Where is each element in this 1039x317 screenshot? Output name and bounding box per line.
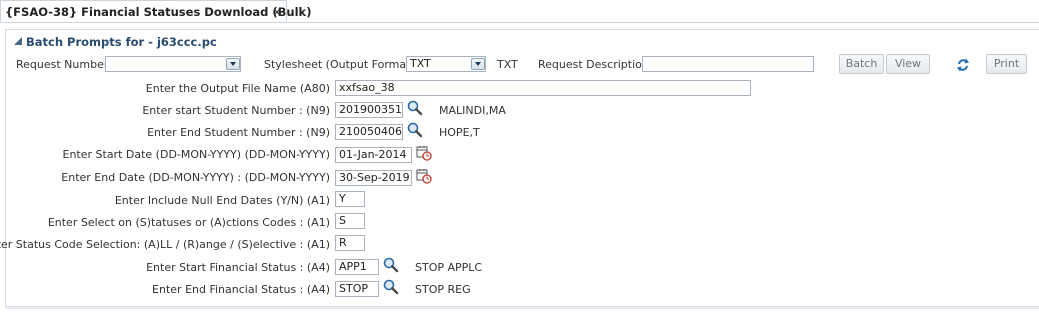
chevron-down-icon[interactable] [471, 58, 485, 70]
section-header[interactable]: Batch Prompts for - j63ccc.pc [13, 35, 217, 49]
start-student-input[interactable]: 201900351 [335, 102, 403, 118]
search-icon[interactable] [382, 257, 400, 273]
end-fin-status-input[interactable]: STOP [335, 281, 379, 297]
end-student-lookup: HOPE,T [439, 126, 480, 139]
search-icon[interactable] [382, 279, 400, 295]
start-fin-status-lookup: STOP APPLC [415, 261, 483, 274]
stylesheet-select[interactable]: TXT [406, 56, 486, 72]
select-on-input[interactable]: S [335, 213, 365, 229]
output-file-label: Enter the Output File Name (A80) [145, 82, 330, 95]
start-date-input[interactable]: 01-Jan-2014 [335, 147, 412, 163]
end-fin-status-label: Enter End Financial Status : (A4) [152, 283, 330, 296]
search-icon[interactable] [406, 100, 424, 116]
batch-button[interactable]: Batch [839, 54, 884, 74]
output-file-input[interactable]: xxfsao_38 [335, 80, 751, 96]
view-button[interactable]: View [886, 54, 930, 74]
calendar-icon[interactable] [416, 168, 432, 184]
tab-bar: {FSAO-38} Financial Statuses Download (B… [0, 0, 1039, 23]
collapse-triangle-icon[interactable] [14, 37, 22, 45]
tab-title: {FSAO-38} Financial Statuses Download (B… [5, 5, 312, 19]
end-student-input[interactable]: 210050406 [335, 124, 403, 140]
tab-fsao-38[interactable]: {FSAO-38} Financial Statuses Download (B… [0, 0, 311, 22]
start-fin-status-label: Enter Start Financial Status : (A4) [146, 261, 330, 274]
start-student-lookup: MALINDI,MA [439, 104, 506, 117]
start-fin-status-input[interactable]: APP1 [335, 259, 379, 275]
chevron-down-icon[interactable] [226, 58, 240, 70]
status-code-selection-input[interactable]: R [335, 235, 365, 251]
panel-shadow [5, 307, 1039, 309]
end-date-label: Enter End Date (DD-MON-YYYY) : (DD-MON-Y… [61, 171, 330, 184]
start-student-label: Enter start Student Number : (N9) [142, 104, 330, 117]
request-description-input[interactable] [642, 56, 814, 72]
select-on-label: Enter Select on (S)tatuses or (A)ctions … [47, 216, 330, 229]
close-icon[interactable]: × [272, 6, 282, 18]
null-end-dates-input[interactable]: Y [335, 191, 365, 207]
request-number-label: Request Number [16, 58, 109, 71]
request-number-select[interactable] [105, 56, 241, 72]
refresh-icon[interactable] [956, 57, 970, 73]
search-icon[interactable] [406, 122, 424, 138]
section-title: Batch Prompts for - j63ccc.pc [26, 35, 217, 49]
end-student-label: Enter End Student Number : (N9) [147, 126, 330, 139]
end-date-input[interactable]: 30-Sep-2019 [335, 170, 412, 186]
stylesheet-value: TXT [410, 57, 431, 70]
end-fin-status-lookup: STOP REG [415, 283, 471, 296]
print-button[interactable]: Print [986, 54, 1027, 74]
status-code-selection-label: Enter Status Code Selection: (A)LL / (R)… [0, 238, 330, 251]
calendar-icon[interactable] [416, 145, 432, 161]
request-description-label: Request Description [538, 58, 649, 71]
stylesheet-label: Stylesheet (Output Format) [264, 58, 415, 71]
stylesheet-display: TXT [497, 58, 518, 71]
start-date-label: Enter Start Date (DD-MON-YYYY) (DD-MON-Y… [62, 148, 331, 161]
null-end-dates-label: Enter Include Null End Dates (Y/N) (A1) [114, 194, 330, 207]
